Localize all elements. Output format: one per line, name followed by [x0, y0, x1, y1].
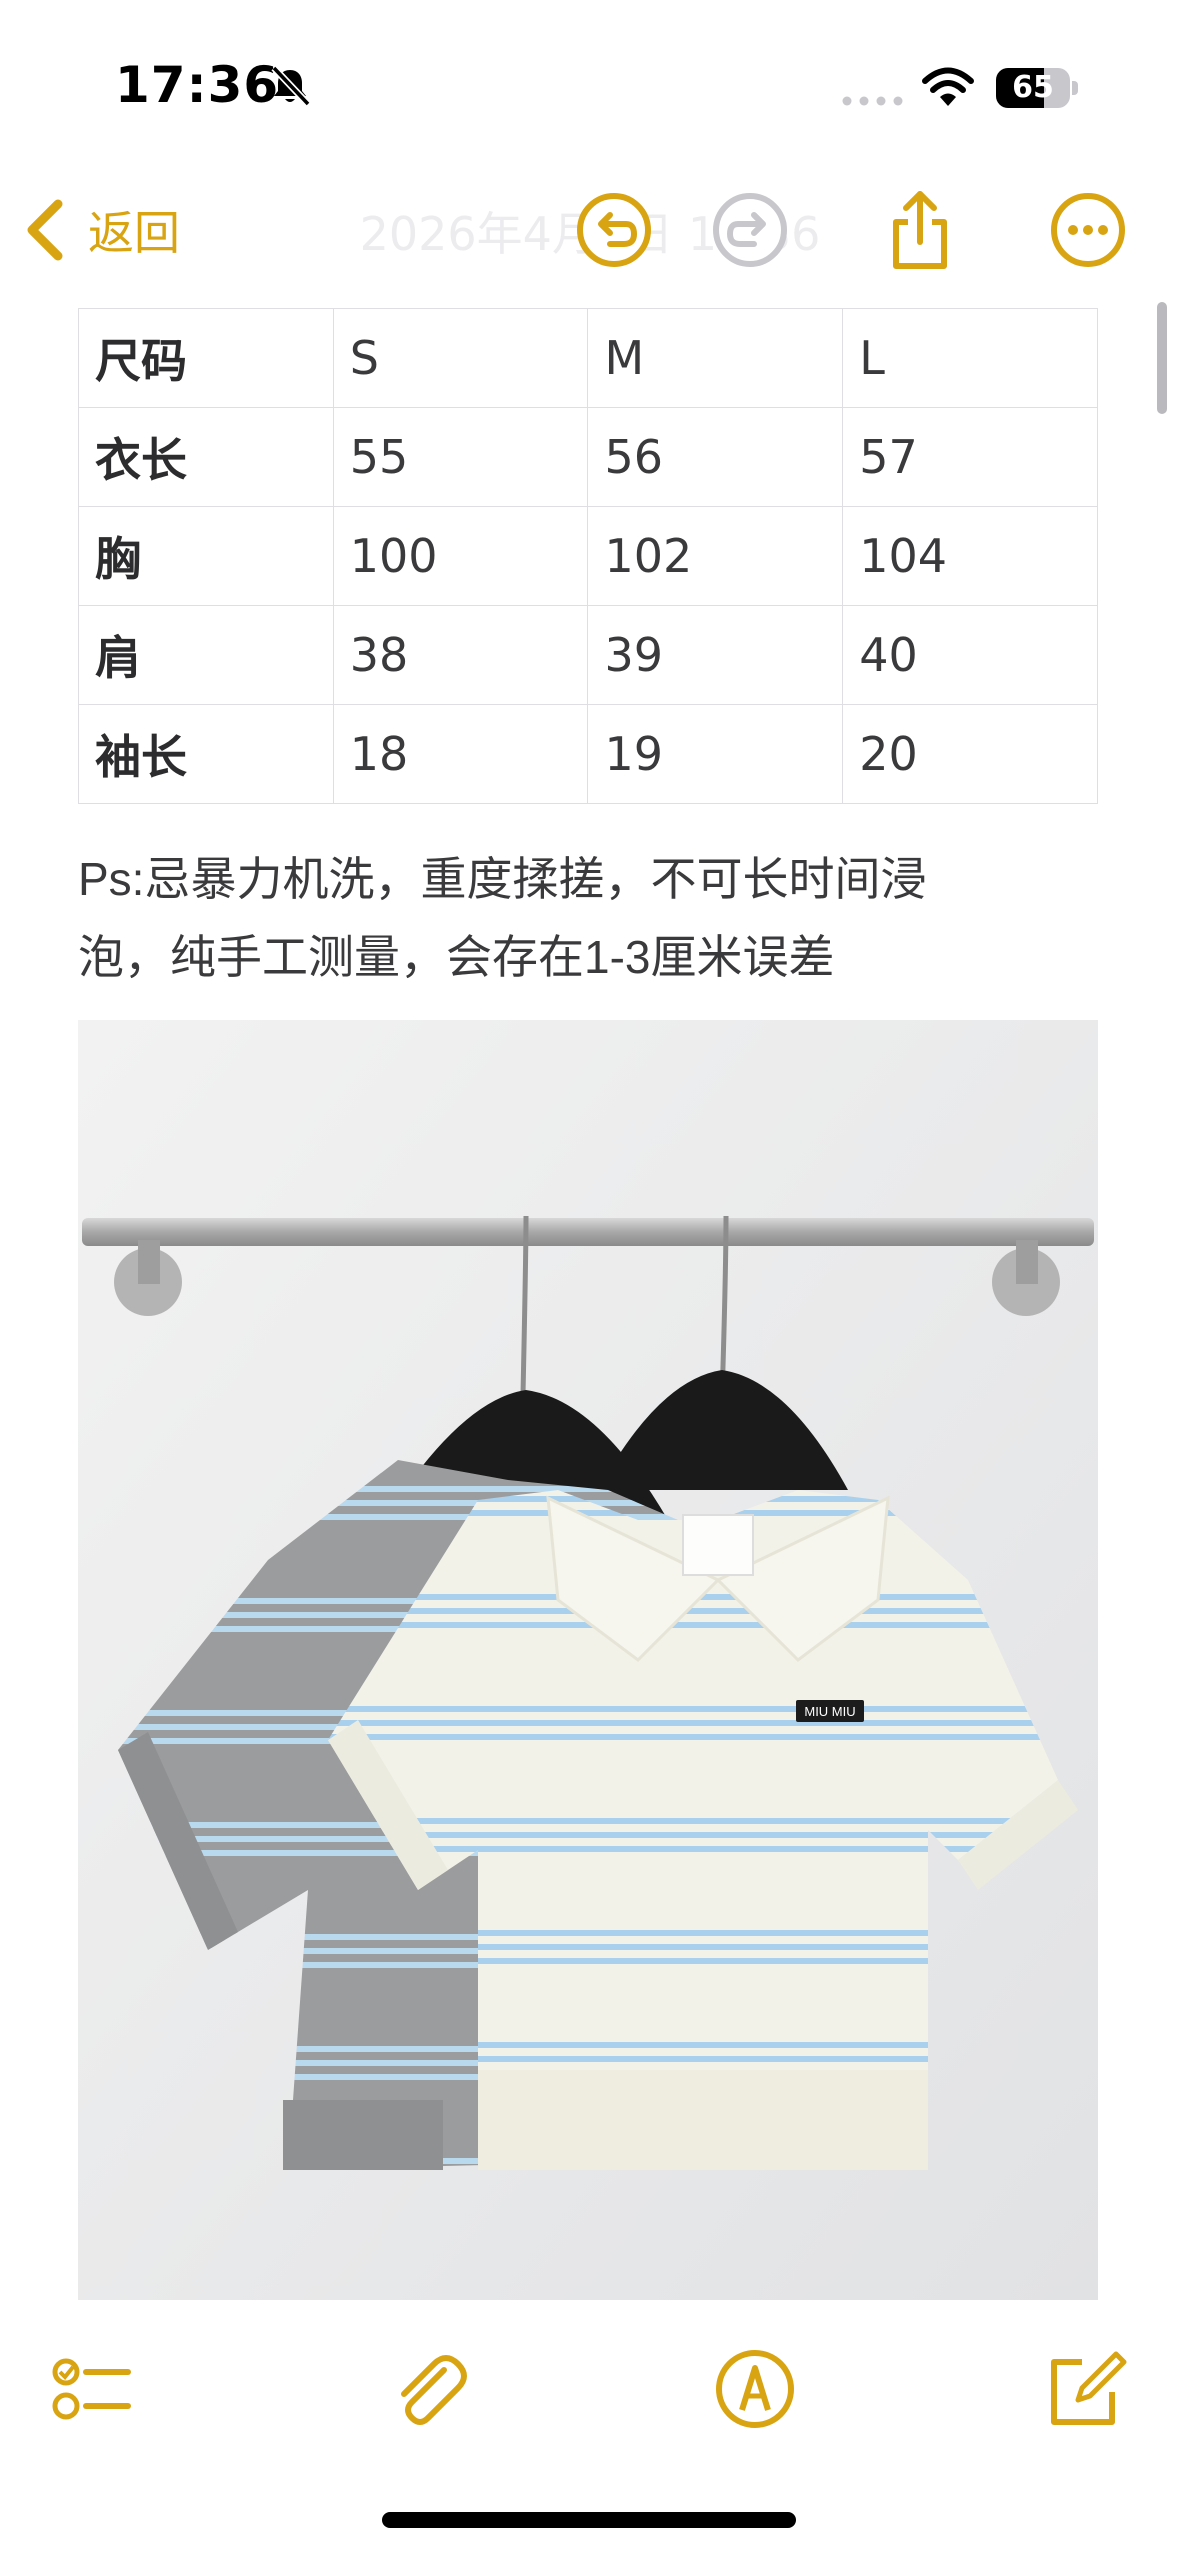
table-row: 胸 100 102 104	[78, 506, 1098, 606]
brand-label: MIU MIU	[804, 1704, 855, 1719]
table-cell: 100	[332, 506, 589, 606]
home-indicator[interactable]	[382, 2512, 796, 2528]
table-cell: 19	[587, 704, 844, 804]
table-cell: 39	[587, 605, 844, 705]
markup-icon[interactable]	[710, 2344, 800, 2434]
battery-percent: 65	[1012, 70, 1054, 105]
back-label: 返回	[88, 206, 180, 260]
table-cell: 40	[842, 605, 1098, 705]
back-button[interactable]: 返回	[22, 192, 180, 268]
table-row: 袖长 18 19 20	[78, 704, 1098, 804]
row-header-cell: 肩	[78, 605, 334, 705]
battery-indicator: 65	[996, 68, 1078, 108]
wifi-icon	[922, 67, 974, 106]
row-header-cell: 衣长	[78, 407, 334, 507]
undo-icon[interactable]	[572, 188, 656, 272]
share-icon[interactable]	[878, 188, 962, 272]
scroll-indicator[interactable]	[1157, 302, 1167, 414]
size-table: 尺码 S M L 衣长 55 56 57 胸 100 102 104 肩 38 39 40 袖长 18 19 20	[78, 308, 1098, 804]
row-header-cell: 尺码	[78, 308, 334, 408]
care-note: Ps:忌暴力机洗，重度揉搓，不可长时间浸 泡，纯手工测量，会存在1-3厘米误差	[78, 840, 1118, 996]
battery-icon: 65	[996, 68, 1070, 108]
table-cell: 104	[842, 506, 1098, 606]
chevron-left-icon	[27, 199, 63, 261]
table-cell: 18	[332, 704, 589, 804]
table-cell: 56	[587, 407, 844, 507]
bottom-toolbar	[0, 2300, 1179, 2470]
table-row: 尺码 S M L	[78, 308, 1098, 408]
paperclip-icon[interactable]	[382, 2344, 472, 2434]
table-cell: M	[587, 308, 844, 408]
product-photo[interactable]: MIU MIU	[78, 1020, 1098, 2300]
checklist-icon[interactable]	[48, 2344, 138, 2434]
status-time: 17:36	[115, 56, 280, 114]
battery-cap	[1072, 81, 1078, 95]
row-header-cell: 胸	[78, 506, 334, 606]
compose-icon[interactable]	[1040, 2344, 1130, 2434]
care-note-line-2: 泡，纯手工测量，会存在1-3厘米误差	[78, 931, 835, 983]
table-cell: 38	[332, 605, 589, 705]
table-row: 衣长 55 56 57	[78, 407, 1098, 507]
table-cell: L	[842, 308, 1098, 408]
more-icon[interactable]	[1046, 188, 1130, 272]
table-cell: 57	[842, 407, 1098, 507]
care-note-line-1: Ps:忌暴力机洗，重度揉搓，不可长时间浸	[78, 853, 927, 905]
table-cell: 20	[842, 704, 1098, 804]
table-row: 肩 38 39 40	[78, 605, 1098, 705]
nav-bar: 返回 2026年4月1日 17:36	[0, 170, 1179, 290]
table-cell: S	[332, 308, 589, 408]
redo-icon[interactable]	[708, 188, 792, 272]
status-bar: 17:36 65	[0, 0, 1179, 170]
table-cell: 55	[332, 407, 589, 507]
cellular-signal-icon	[842, 96, 903, 106]
bell-slash-icon	[271, 65, 311, 107]
table-cell: 102	[587, 506, 844, 606]
row-header-cell: 袖长	[78, 704, 334, 804]
